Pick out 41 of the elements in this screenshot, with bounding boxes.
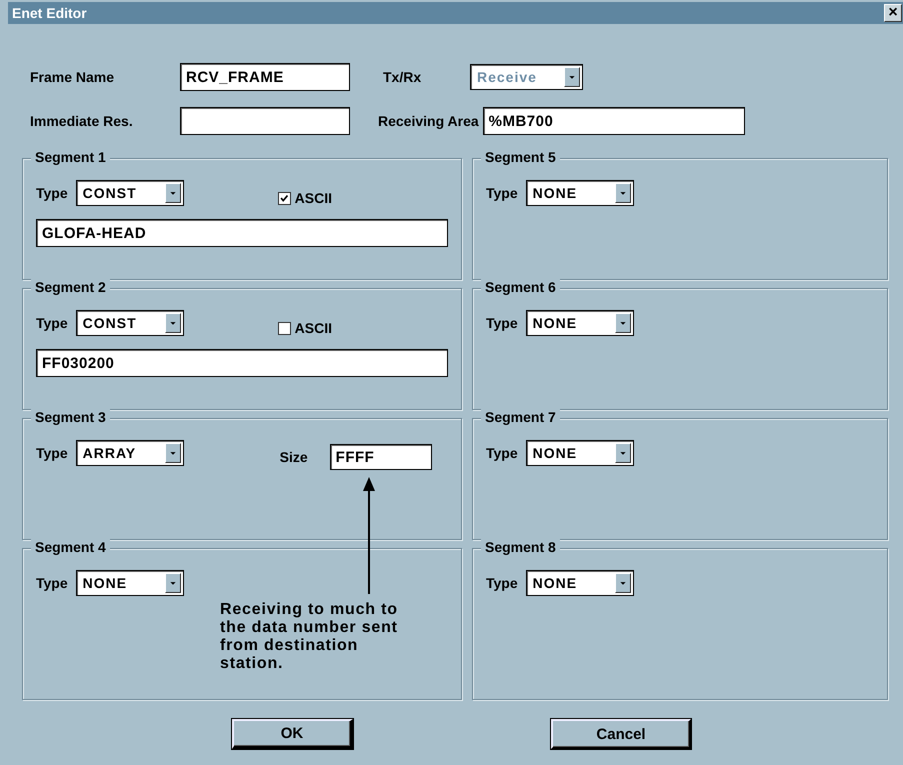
group-title: Segment 5 (481, 149, 560, 165)
group-title: Segment 3 (31, 409, 110, 425)
input-field[interactable]: GLOFA-HEAD (36, 219, 448, 247)
field-label: Immediate Res. (30, 113, 134, 129)
field-label: Type (486, 445, 518, 461)
input-field[interactable]: RCV_FRAME (180, 63, 350, 91)
dropdown[interactable]: CONST (76, 310, 184, 336)
dropdown[interactable]: NONE (526, 570, 634, 596)
field-label: Type (36, 185, 68, 201)
close-button[interactable]: × (884, 4, 902, 22)
field-label: Tx/Rx (383, 69, 422, 85)
field-label: Size (280, 449, 308, 465)
checkbox-label: ASCII (294, 320, 332, 336)
group-title: Segment 7 (481, 409, 560, 425)
dropdown[interactable]: NONE (526, 180, 634, 206)
field-label: Type (486, 575, 518, 591)
group-title: Segment 8 (481, 539, 560, 555)
window-title: Enet Editor (12, 5, 87, 21)
group-title: Segment 2 (31, 279, 110, 295)
field-label: Frame Name (30, 69, 116, 85)
annotation-text: Receiving to much to the data number sent from destination station. (220, 601, 399, 673)
field-label: Type (36, 315, 68, 331)
field-label: Type (486, 185, 518, 201)
ok-button[interactable]: OK (232, 719, 353, 749)
input-field[interactable]: FFFF (330, 444, 432, 470)
field-label: Type (36, 575, 68, 591)
field-label: Type (486, 315, 518, 331)
dropdown[interactable]: CONST (76, 180, 184, 206)
group-title: Segment 6 (481, 279, 560, 295)
group-title: Segment 4 (31, 539, 110, 555)
dropdown[interactable]: NONE (526, 440, 634, 466)
field-label: Type (36, 445, 68, 461)
checkbox-label: ASCII (294, 190, 332, 206)
group-title: Segment 1 (31, 149, 110, 165)
dropdown[interactable]: NONE (76, 570, 184, 596)
dropdown[interactable]: ARRAY (76, 440, 184, 466)
input-field[interactable]: %MB700 (482, 107, 745, 135)
input-field[interactable]: FF030200 (36, 349, 448, 377)
cancel-button[interactable]: Cancel (551, 719, 691, 749)
dropdown[interactable]: NONE (526, 310, 634, 336)
field-label: Receiving Area (378, 113, 479, 129)
